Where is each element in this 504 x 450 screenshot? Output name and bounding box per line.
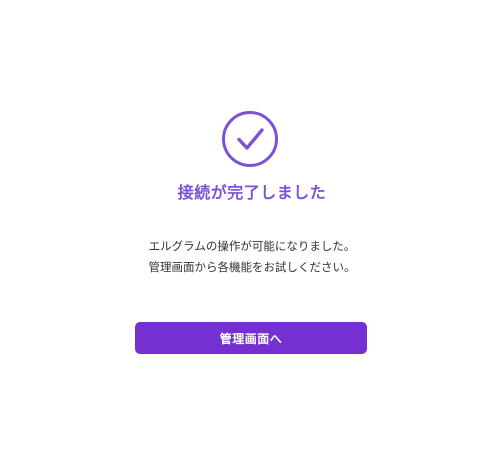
message-line-2: 管理画面から各機能をお試しください。 — [148, 260, 356, 274]
connection-complete-panel: 接続が完了しました エルグラムの操作が可能になりました。 管理画面から各機能をお… — [0, 0, 504, 450]
status-title: 接続が完了しました — [177, 183, 327, 202]
go-to-dashboard-button[interactable]: 管理画面へ — [135, 322, 367, 354]
status-message: エルグラムの操作が可能になりました。 管理画面から各機能をお試しください。 — [0, 236, 504, 278]
check-circle-icon — [221, 110, 279, 168]
message-line-1: エルグラムの操作が可能になりました。 — [148, 239, 356, 253]
